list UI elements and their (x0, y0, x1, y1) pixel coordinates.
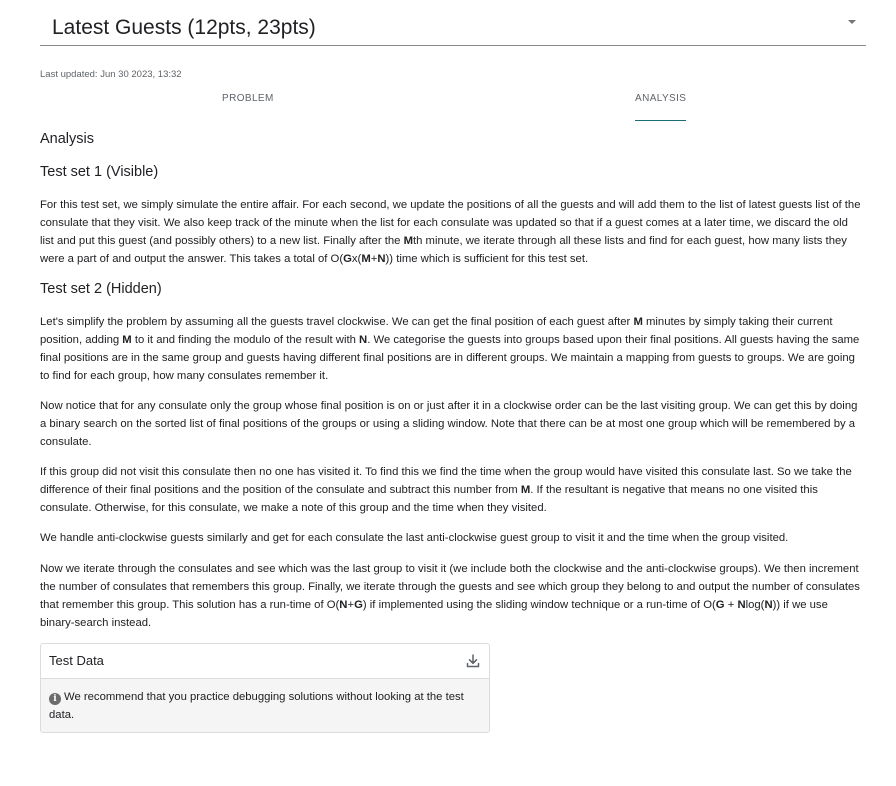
test-data-note: i We recommend that you practice debuggin… (49, 688, 479, 724)
last-updated: Last updated: Jun 30 2023, 13:32 (40, 69, 182, 80)
test-set-2-paragraph: Now notice that for any consulate only t… (40, 400, 858, 448)
test-data-note-text: We recommend that you practice debugging… (49, 691, 464, 721)
test-data-header: Test Data (41, 644, 489, 679)
analysis-heading: Analysis (40, 131, 94, 147)
test-data-body: i We recommend that you practice debuggin… (41, 679, 489, 732)
test-set-2-paragraph: Let's simplify the problem by assuming a… (40, 316, 860, 382)
variable-name: N (359, 334, 368, 346)
test-data-card: Test Data i We recommend that you practic… (40, 643, 490, 733)
variable-name: N (737, 599, 746, 611)
test-set-1-paragraph: For this test set, we simply simulate th… (40, 199, 861, 265)
variable-name: N (339, 599, 348, 611)
variable-name: G (354, 599, 363, 611)
variable-name: N (764, 599, 773, 611)
test-set-2-heading: Test set 2 (Hidden) (40, 281, 162, 297)
info-icon: i (49, 693, 61, 705)
tab-bar: PROBLEM ANALYSIS (40, 90, 866, 121)
variable-name: M (633, 316, 643, 328)
contest-header[interactable]: Latest Guests (12pts, 23pts) (40, 14, 866, 46)
variable-name: N (377, 253, 386, 265)
test-set-1-heading: Test set 1 (Visible) (40, 164, 159, 180)
test-set-2-paragraph: We handle anti-clockwise guests similarl… (40, 532, 789, 544)
download-icon[interactable] (465, 653, 481, 669)
test-set-2-paragraph: Now we iterate through the consulates an… (40, 563, 860, 629)
test-data-title: Test Data (49, 653, 104, 668)
variable-name: G (343, 253, 352, 265)
variable-name: M (122, 334, 132, 346)
variable-name: M (520, 484, 531, 496)
variable-name: M (361, 253, 371, 265)
tab-analysis[interactable]: ANALYSIS (635, 93, 687, 121)
test-set-2-paragraph: If this group did not visit this consula… (40, 466, 852, 514)
tab-problem[interactable]: PROBLEM (222, 93, 274, 104)
variable-name: G (715, 599, 725, 611)
variable-name: M (403, 235, 413, 247)
dropdown-caret-icon[interactable] (848, 20, 856, 24)
page-title: Latest Guests (12pts, 23pts) (52, 16, 316, 39)
